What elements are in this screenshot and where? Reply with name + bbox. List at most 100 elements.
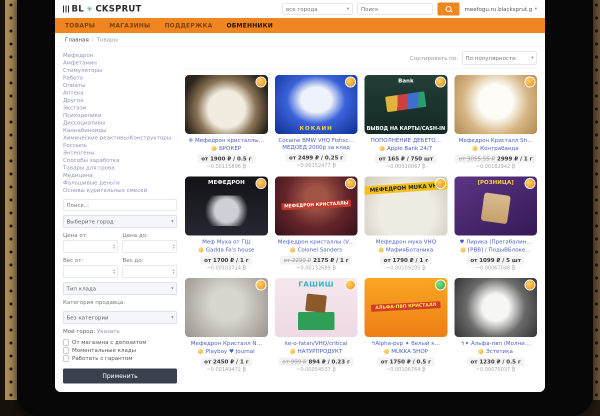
sidebar-category-link[interactable]: Каннабиноиды xyxy=(63,127,177,135)
sidebar-category-link[interactable]: Стимуляторы xyxy=(63,67,177,75)
sidebar-search-input[interactable] xyxy=(63,199,177,211)
sidebar-category-link[interactable]: Россыпь xyxy=(63,142,177,150)
product-image[interactable] xyxy=(185,75,268,134)
product-title-link[interactable]: ПОПОЛНЕНИЕ ДЕБЕТО… xyxy=(365,137,448,144)
sidebar-category-link[interactable]: Основы курительных смесей xyxy=(63,187,177,195)
search-input[interactable] xyxy=(357,3,432,15)
sidebar-category-link[interactable]: Опиаты xyxy=(63,82,177,90)
sidebar-category-link[interactable]: Товары для грова xyxy=(63,164,177,172)
my-city-set-link[interactable]: Указать xyxy=(97,328,120,335)
seller-name[interactable]: [PBB] / ПодыВБлоке… xyxy=(468,247,531,254)
product-image[interactable]: МЕФЕДРОН xyxy=(185,177,268,236)
product-card[interactable]: МЕФЕДРОН Меф Муха от ГШ Gadda Fa's house… xyxy=(185,177,268,272)
product-card[interactable]: ГАШИШ ke-o-fatan/VHQ/critical НАТУРПРОДУ… xyxy=(275,278,358,373)
shop-avatar-badge[interactable] xyxy=(526,179,535,188)
sidebar-category-link[interactable]: Психоделики xyxy=(63,112,177,120)
product-card[interactable]: МЕФЕДРОН MUKA VHQ Мефедрон мука VHQ Мафи… xyxy=(365,177,448,272)
stash-type-select[interactable]: Тип клада ▾ xyxy=(63,282,177,295)
filter-checkbox[interactable]: Моментальные клады xyxy=(63,347,177,355)
product-title-link[interactable]: Мефедрон Кристалл Sh… xyxy=(454,137,537,144)
product-card[interactable]: ❄ Мефедрон кристаллы… БРОКЕР от 1900 ₽ /… xyxy=(185,75,268,170)
sidebar-category-link[interactable]: Диссоциативы xyxy=(63,119,177,127)
product-card[interactable]: Мефедрон Кристалл N… Playboy ♥ Journal о… xyxy=(185,278,268,373)
seller-row[interactable]: Playboy ♥ Journal xyxy=(198,348,255,355)
seller-row[interactable]: [PBB] / ПодыВБлоке… xyxy=(460,247,530,254)
seller-row[interactable]: MUKKA SHOP xyxy=(384,348,428,355)
sidebar-category-link[interactable]: Другое xyxy=(63,97,177,105)
sort-select[interactable]: По популярности ▾ xyxy=(462,52,537,65)
sidebar-category-link[interactable]: Химические реактивы/Конструкторы xyxy=(63,134,177,142)
shop-avatar-badge[interactable] xyxy=(436,179,445,188)
checkbox-icon[interactable] xyxy=(63,356,69,362)
sidebar-category-link[interactable]: Способы заработка xyxy=(63,157,177,165)
sidebar-category-link[interactable]: Мефедрон xyxy=(63,52,177,60)
product-card[interactable]: Bank ВЫВОД НА КАРТЫ/CASH-IN ПОПОЛНЕНИЕ Д… xyxy=(365,75,448,170)
product-title-link[interactable]: Меф Муха от ГШ xyxy=(185,239,268,246)
sidebar-category-link[interactable]: Фальшивые деньги xyxy=(63,179,177,187)
nav-item-exchangers[interactable]: ОБМЕННИКИ xyxy=(226,22,273,29)
seller-name[interactable]: Контрабанда xyxy=(480,145,518,152)
weight-to-input[interactable]: ▴▾ xyxy=(123,265,178,278)
product-image[interactable]: АЛЬФА-ПВП КРИСТАЛЛ xyxy=(365,278,448,337)
product-title-link[interactable]: Мефедрон мука VHQ xyxy=(365,239,448,246)
seller-name[interactable]: Эстетика xyxy=(486,348,513,355)
breadcrumb-home[interactable]: Главная xyxy=(65,36,89,43)
weight-from-input[interactable]: ▴▾ xyxy=(63,265,118,278)
price-to-input[interactable]: ▴▾ xyxy=(123,240,178,253)
product-title-link[interactable]: Мефедрон кристаллы (V… xyxy=(275,239,358,246)
shop-avatar-badge[interactable] xyxy=(436,78,445,87)
seller-row[interactable]: МафияБотаника xyxy=(378,247,433,254)
product-image[interactable] xyxy=(454,278,537,337)
product-title-line2[interactable]: МЕДОЕД 2000р за клад xyxy=(275,144,358,151)
shop-avatar-badge[interactable] xyxy=(346,179,355,188)
seller-row[interactable]: Colonel Sanders xyxy=(290,247,342,254)
seller-name[interactable]: БРОКЕР xyxy=(219,145,241,152)
seller-name[interactable]: НАТУРПРОДУКТ xyxy=(298,348,343,355)
seller-name[interactable]: Colonel Sanders xyxy=(298,247,343,254)
product-image[interactable]: [РОЗНИЦА] xyxy=(454,177,537,236)
stepper-icon[interactable]: ▴▾ xyxy=(113,269,115,275)
product-image[interactable] xyxy=(454,75,537,134)
shop-avatar-badge[interactable] xyxy=(526,78,535,87)
product-card[interactable]: [РОЗНИЦА] ♥ Лирика (Прегабалин… [PBB] / … xyxy=(454,177,537,272)
shop-avatar-badge[interactable] xyxy=(256,281,265,290)
seller-row[interactable]: БРОКЕР xyxy=(212,145,242,152)
sidebar-category-link[interactable]: Медицина xyxy=(63,172,177,180)
seller-name[interactable]: Playboy ♥ Journal xyxy=(206,348,255,355)
stepper-icon[interactable]: ▴▾ xyxy=(173,269,175,275)
product-card[interactable]: Мефедрон Кристалл Sh… Контрабанда от 305… xyxy=(454,75,537,170)
sidebar-category-link[interactable]: Амфетамин xyxy=(63,59,177,67)
stepper-icon[interactable]: ▴▾ xyxy=(173,244,175,250)
shop-avatar-badge[interactable] xyxy=(256,78,265,87)
seller-row[interactable]: НАТУРПРОДУКТ xyxy=(290,348,342,355)
seller-category-select[interactable]: Без категории ▾ xyxy=(63,311,177,324)
nav-item-support[interactable]: ПОДДЕРЖКА xyxy=(164,22,212,29)
seller-name[interactable]: МафияБотаника xyxy=(386,247,433,254)
product-image[interactable]: КОКАИН xyxy=(275,75,358,134)
product-card[interactable]: АЛЬФА-ПВП КРИСТАЛЛ ϟAlpha-pvp ✦ белый к…… xyxy=(365,278,448,373)
product-image[interactable]: МЕФЕДРОН MUKA VHQ xyxy=(365,177,448,236)
seller-row[interactable]: Эстетика xyxy=(478,348,512,355)
shop-avatar-badge[interactable] xyxy=(256,179,265,188)
product-title-link[interactable]: ke-o-fatan/VHQ/critical xyxy=(275,340,358,347)
shop-avatar-badge[interactable] xyxy=(346,281,355,290)
city-select[interactable]: все города ▾ xyxy=(282,3,352,15)
shop-avatar-badge[interactable] xyxy=(526,281,535,290)
shop-avatar-badge[interactable] xyxy=(436,281,445,290)
product-image[interactable]: МЕФЕДРОН КРИСТАЛЛЫ xyxy=(275,177,358,236)
filter-checkbox[interactable]: От магазина с депозитом xyxy=(63,339,177,347)
product-image[interactable]: Bank ВЫВОД НА КАРТЫ/CASH-IN xyxy=(365,75,448,134)
product-card[interactable]: ϟ✦ Альфа-пвп (Молни… Эстетика от 1230 ₽ … xyxy=(454,278,537,373)
seller-row[interactable]: Gadda Fa's house xyxy=(198,247,254,254)
account-menu[interactable]: meefogu.ru.blacksprut.g ▾ xyxy=(464,6,537,13)
seller-row[interactable]: Контрабанда xyxy=(473,145,519,152)
product-title-link[interactable]: Cocaine BMW VHQ Fishsc… xyxy=(275,137,358,144)
search-button[interactable] xyxy=(437,3,459,16)
product-title-link[interactable]: ϟAlpha-pvp ✦ белый к… xyxy=(365,340,448,347)
seller-row[interactable]: Apple Bank 24/7 xyxy=(379,145,432,152)
price-from-input[interactable]: ▴▾ xyxy=(63,240,118,253)
product-image[interactable]: ГАШИШ xyxy=(275,278,358,337)
product-title-link[interactable]: ϟ✦ Альфа-пвп (Молни… xyxy=(454,340,537,347)
seller-name[interactable]: Apple Bank 24/7 xyxy=(387,145,432,152)
product-card[interactable]: МЕФЕДРОН КРИСТАЛЛЫ Мефедрон кристаллы (V… xyxy=(275,177,358,272)
